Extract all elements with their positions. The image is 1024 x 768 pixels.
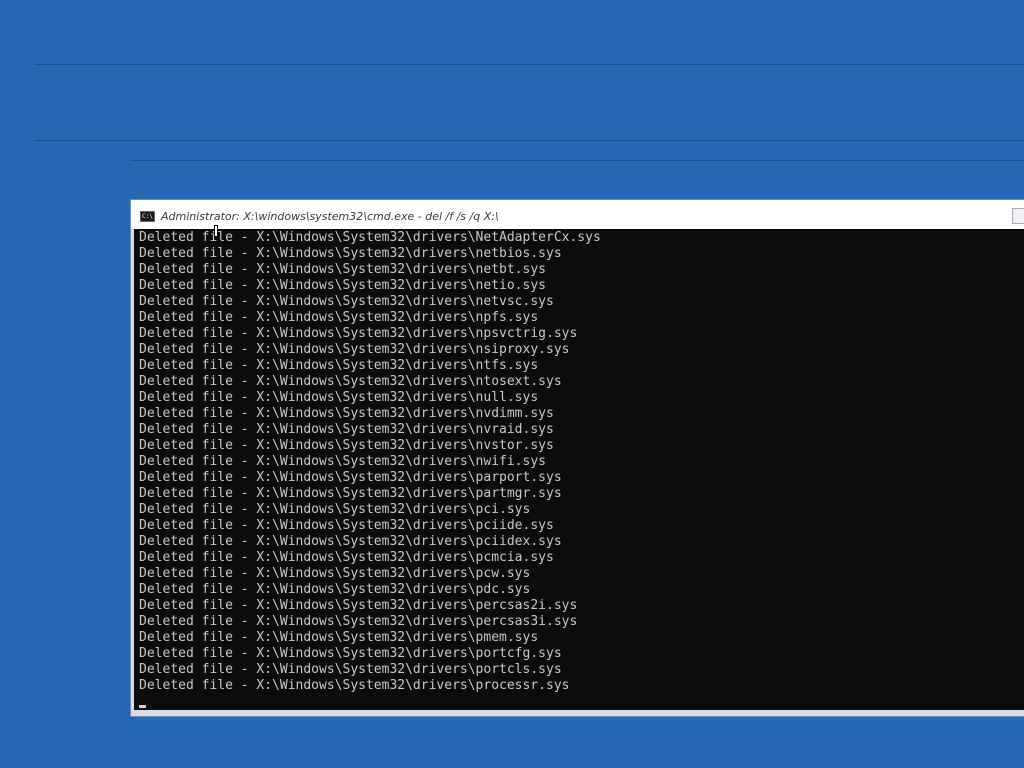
console-line: Deleted file - X:\Windows\System32\drive… [139, 630, 539, 645]
window-bottom-border [134, 710, 1024, 716]
console-line: Deleted file - X:\Windows\System32\drive… [139, 230, 601, 245]
console-line: Deleted file - X:\Windows\System32\drive… [139, 662, 562, 677]
console-line: Deleted file - X:\Windows\System32\drive… [139, 502, 531, 517]
console-line: Deleted file - X:\Windows\System32\drive… [139, 294, 554, 309]
console-line: Deleted file - X:\Windows\System32\drive… [139, 406, 554, 421]
screen-artifact-line [130, 160, 1024, 161]
console-line: Deleted file - X:\Windows\System32\drive… [139, 262, 546, 277]
console-line: Deleted file - X:\Windows\System32\drive… [139, 438, 554, 453]
console-line: Deleted file - X:\Windows\System32\drive… [139, 550, 554, 565]
console-line: Deleted file - X:\Windows\System32\drive… [139, 486, 562, 501]
console-line: Deleted file - X:\Windows\System32\drive… [139, 566, 531, 581]
cmd-console-icon: C:\ [140, 211, 155, 222]
text-cursor [139, 705, 146, 708]
console-line: Deleted file - X:\Windows\System32\drive… [139, 614, 578, 629]
console-line: Deleted file - X:\Windows\System32\drive… [139, 518, 554, 533]
window-titlebar[interactable]: C:\ Administrator: X:\windows\system32\c… [131, 200, 1024, 230]
desktop-background: C:\ Administrator: X:\windows\system32\c… [0, 0, 1024, 768]
console-line: Deleted file - X:\Windows\System32\drive… [139, 534, 562, 549]
window-title: Administrator: X:\windows\system32\cmd.e… [161, 210, 499, 223]
console-line: Deleted file - X:\Windows\System32\drive… [139, 278, 546, 293]
console-line: Deleted file - X:\Windows\System32\drive… [139, 454, 546, 469]
console-line: Deleted file - X:\Windows\System32\drive… [139, 358, 539, 373]
console-line: Deleted file - X:\Windows\System32\drive… [139, 374, 562, 389]
cmd-icon-label: C:\ [142, 213, 153, 220]
console-line: Deleted file - X:\Windows\System32\drive… [139, 422, 554, 437]
console-output[interactable]: Deleted file - X:\Windows\System32\drive… [134, 229, 1024, 710]
console-line: Deleted file - X:\Windows\System32\drive… [139, 678, 570, 693]
console-line: Deleted file - X:\Windows\System32\drive… [139, 326, 578, 341]
minimize-button[interactable] [1012, 208, 1024, 224]
console-line: Deleted file - X:\Windows\System32\drive… [139, 246, 562, 261]
cmd-window[interactable]: C:\ Administrator: X:\windows\system32\c… [130, 199, 1024, 717]
console-line: Deleted file - X:\Windows\System32\drive… [139, 582, 531, 597]
console-line: Deleted file - X:\Windows\System32\drive… [139, 310, 539, 325]
console-line: Deleted file - X:\Windows\System32\drive… [139, 470, 562, 485]
console-line: Deleted file - X:\Windows\System32\drive… [139, 598, 578, 613]
screen-artifact-line [35, 140, 1024, 141]
screen-artifact-line [35, 64, 1024, 65]
console-line: Deleted file - X:\Windows\System32\drive… [139, 646, 562, 661]
console-line: Deleted file - X:\Windows\System32\drive… [139, 390, 539, 405]
mouse-pointer-icon [215, 226, 217, 236]
console-line: Deleted file - X:\Windows\System32\drive… [139, 342, 570, 357]
console-lines: Deleted file - X:\Windows\System32\drive… [139, 230, 601, 694]
